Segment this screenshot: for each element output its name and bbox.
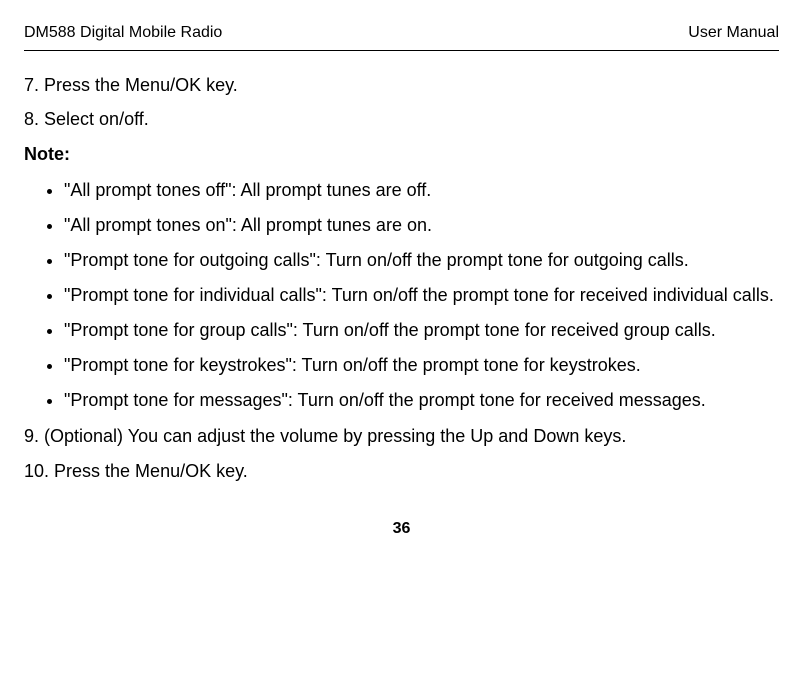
list-item: "Prompt tone for outgoing calls": Turn o… [64, 247, 779, 274]
page-header: DM588 Digital Mobile Radio User Manual [24, 20, 779, 51]
notes-list: "All prompt tones off": All prompt tunes… [24, 177, 779, 414]
page-number: 36 [24, 516, 779, 542]
step-10: 10. Press the Menu/OK key. [24, 457, 779, 486]
step-8: 8. Select on/off. [24, 105, 779, 134]
note-label: Note: [24, 140, 779, 169]
step-7: 7. Press the Menu/OK key. [24, 71, 779, 100]
step-9: 9. (Optional) You can adjust the volume … [24, 422, 779, 451]
list-item: "Prompt tone for keystrokes": Turn on/of… [64, 352, 779, 379]
list-item: "Prompt tone for individual calls": Turn… [64, 282, 779, 309]
list-item: "Prompt tone for group calls": Turn on/o… [64, 317, 779, 344]
header-left: DM588 Digital Mobile Radio [24, 20, 222, 46]
list-item: "Prompt tone for messages": Turn on/off … [64, 387, 779, 414]
header-right: User Manual [688, 20, 779, 46]
list-item: "All prompt tones on": All prompt tunes … [64, 212, 779, 239]
list-item: "All prompt tones off": All prompt tunes… [64, 177, 779, 204]
